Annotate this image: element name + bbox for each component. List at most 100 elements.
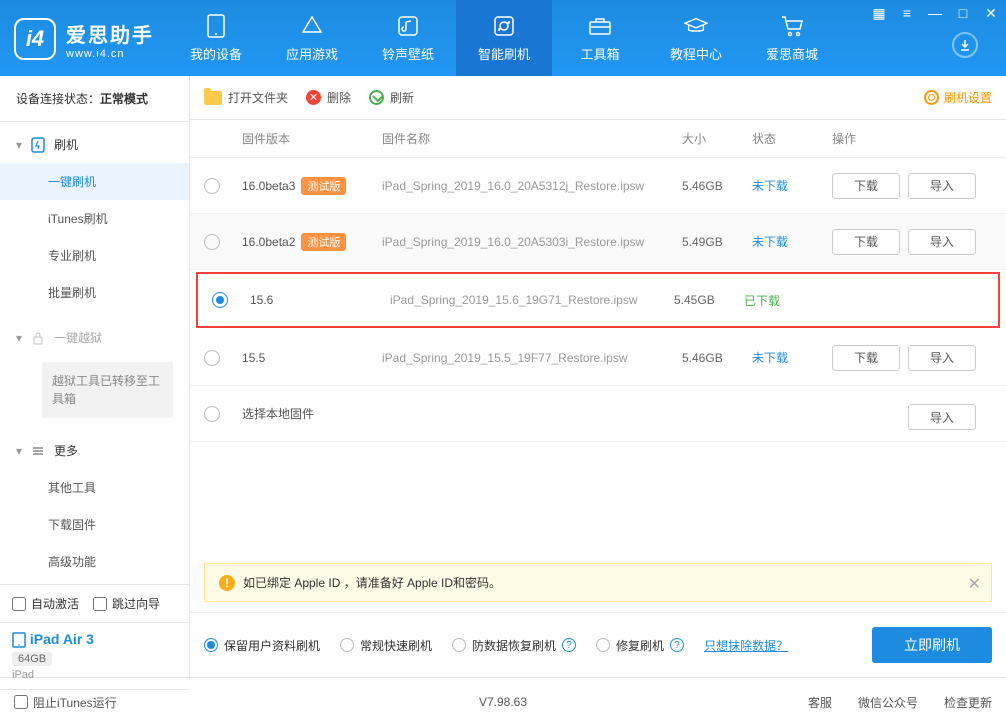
more-icon bbox=[30, 443, 46, 459]
radio-icon bbox=[452, 638, 466, 652]
sidebar-more-header[interactable]: ▾ 更多 bbox=[0, 432, 189, 469]
flash-now-button[interactable]: 立即刷机 bbox=[872, 627, 992, 663]
chevron-down-icon: ▾ bbox=[16, 331, 22, 345]
fw-filename: iPad_Spring_2019_16.0_20A5303i_Restore.i… bbox=[382, 235, 682, 249]
sidebar-flash-header[interactable]: ▾ 刷机 bbox=[0, 126, 189, 163]
graduation-icon bbox=[684, 14, 708, 38]
apps-icon bbox=[300, 14, 324, 38]
version-label: V7.98.63 bbox=[479, 695, 527, 709]
sidebar-jailbreak-header[interactable]: ▾ 一键越狱 bbox=[0, 319, 189, 356]
radio-select[interactable] bbox=[204, 350, 220, 366]
download-indicator-icon[interactable] bbox=[952, 32, 978, 58]
flash-settings-button[interactable]: 刷机设置 bbox=[924, 89, 992, 106]
sidebar-item-download[interactable]: 下载固件 bbox=[0, 506, 189, 543]
radio-icon bbox=[204, 638, 218, 652]
col-version: 固件版本 bbox=[242, 130, 382, 147]
help-icon[interactable]: ? bbox=[562, 638, 576, 652]
block-itunes-checkbox[interactable]: 阻止iTunes运行 bbox=[14, 694, 117, 711]
fw-filename: iPad_Spring_2019_15.5_19F77_Restore.ipsw bbox=[382, 351, 682, 365]
import-button[interactable]: 导入 bbox=[908, 173, 976, 199]
device-status: 设备连接状态：正常模式 bbox=[0, 76, 189, 122]
fw-status: 已下载 bbox=[744, 292, 824, 309]
chevron-down-icon: ▾ bbox=[16, 444, 22, 458]
tab-ringtone[interactable]: 铃声壁纸 bbox=[360, 0, 456, 76]
sidebar-item-oneclick[interactable]: 一键刷机 bbox=[0, 163, 189, 200]
sidebar-item-pro[interactable]: 专业刷机 bbox=[0, 237, 189, 274]
opt-normal[interactable]: 常规快速刷机 bbox=[340, 637, 432, 654]
firmware-row[interactable]: 15.6 iPad_Spring_2019_15.6_19G71_Restore… bbox=[196, 272, 1000, 328]
sidebar-item-other[interactable]: 其他工具 bbox=[0, 469, 189, 506]
alert-text: 如已绑定 Apple ID ，请准备好 Apple ID和密码。 bbox=[243, 574, 501, 591]
win-list-icon[interactable]: ≡ bbox=[898, 4, 916, 22]
erase-link[interactable]: 只想抹除数据？ bbox=[704, 637, 788, 654]
radio-local[interactable] bbox=[204, 406, 220, 422]
col-action: 操作 bbox=[832, 130, 992, 147]
gear-icon bbox=[924, 90, 939, 105]
radio-select[interactable] bbox=[204, 234, 220, 250]
win-grid-icon[interactable]: ▦ bbox=[870, 4, 888, 22]
main-content: 打开文件夹 ✕删除 刷新 刷机设置 固件版本 固件名称 大小 状态 操作 16.… bbox=[190, 76, 1006, 677]
import-button[interactable]: 导入 bbox=[908, 404, 976, 430]
tab-apps[interactable]: 应用游戏 bbox=[264, 0, 360, 76]
toolbar: 打开文件夹 ✕删除 刷新 刷机设置 bbox=[190, 76, 1006, 120]
skip-guide-checkbox[interactable]: 跳过向导 bbox=[93, 595, 160, 612]
device-info[interactable]: iPad Air 3 64GB iPad bbox=[0, 623, 189, 690]
opt-repair[interactable]: 修复刷机? bbox=[596, 637, 684, 654]
device-type: iPad bbox=[12, 669, 177, 681]
minimize-icon[interactable]: — bbox=[926, 4, 944, 22]
main-tabs: 我的设备 应用游戏 铃声壁纸 智能刷机 工具箱 教程中心 爱思商城 bbox=[168, 0, 840, 76]
logo-icon: i4 bbox=[14, 18, 56, 60]
download-button[interactable]: 下载 bbox=[832, 345, 900, 371]
auto-activate-checkbox[interactable]: 自动激活 bbox=[12, 595, 79, 612]
fw-status: 未下载 bbox=[752, 177, 832, 194]
delete-button[interactable]: ✕删除 bbox=[306, 89, 351, 106]
help-icon[interactable]: ? bbox=[670, 638, 684, 652]
update-link[interactable]: 检查更新 bbox=[944, 694, 992, 711]
import-button[interactable]: 导入 bbox=[908, 229, 976, 255]
opt-keep-data[interactable]: 保留用户资料刷机 bbox=[204, 637, 320, 654]
fw-version: 16.0beta2 bbox=[242, 235, 295, 249]
firmware-row[interactable]: 15.5 iPad_Spring_2019_15.5_19F77_Restore… bbox=[190, 330, 1006, 386]
radio-select[interactable] bbox=[204, 178, 220, 194]
app-url: www.i4.cn bbox=[66, 48, 154, 60]
firmware-row[interactable]: 16.0beta3测试版 iPad_Spring_2019_16.0_20A53… bbox=[190, 158, 1006, 214]
beta-badge: 测试版 bbox=[301, 177, 346, 195]
fw-status: 未下载 bbox=[752, 349, 832, 366]
radio-icon bbox=[340, 638, 354, 652]
refresh-button[interactable]: 刷新 bbox=[369, 89, 414, 106]
sidebar-item-itunes[interactable]: iTunes刷机 bbox=[0, 200, 189, 237]
refresh-icon bbox=[492, 14, 516, 38]
opt-recovery[interactable]: 防数据恢复刷机? bbox=[452, 637, 576, 654]
device-name: iPad Air 3 bbox=[12, 631, 177, 648]
chevron-down-icon: ▾ bbox=[16, 138, 22, 152]
sidebar-item-batch[interactable]: 批量刷机 bbox=[0, 274, 189, 311]
close-icon[interactable]: ✕ bbox=[982, 4, 1000, 22]
tab-store[interactable]: 爱思商城 bbox=[744, 0, 840, 76]
lock-icon bbox=[30, 330, 46, 346]
sidebar-item-advanced[interactable]: 高级功能 bbox=[0, 543, 189, 580]
titlebar: i4 爱思助手 www.i4.cn 我的设备 应用游戏 铃声壁纸 智能刷机 工具… bbox=[0, 0, 1006, 76]
download-button[interactable]: 下载 bbox=[832, 173, 900, 199]
firmware-row[interactable]: 16.0beta2测试版 iPad_Spring_2019_16.0_20A53… bbox=[190, 214, 1006, 270]
tab-flash[interactable]: 智能刷机 bbox=[456, 0, 552, 76]
fw-size: 5.46GB bbox=[682, 351, 752, 365]
col-name: 固件名称 bbox=[382, 130, 682, 147]
table-header: 固件版本 固件名称 大小 状态 操作 bbox=[190, 120, 1006, 158]
flash-icon bbox=[30, 137, 46, 153]
fw-version: 16.0beta3 bbox=[242, 179, 295, 193]
download-button[interactable]: 下载 bbox=[832, 229, 900, 255]
folder-icon bbox=[204, 91, 222, 105]
wechat-link[interactable]: 微信公众号 bbox=[858, 694, 918, 711]
maximize-icon[interactable]: □ bbox=[954, 4, 972, 22]
support-link[interactable]: 客服 bbox=[808, 694, 832, 711]
import-button[interactable]: 导入 bbox=[908, 345, 976, 371]
radio-select[interactable] bbox=[212, 292, 228, 308]
alert-close-icon[interactable]: ✕ bbox=[968, 574, 981, 594]
tab-device[interactable]: 我的设备 bbox=[168, 0, 264, 76]
toolbox-icon bbox=[588, 14, 612, 38]
tab-tools[interactable]: 工具箱 bbox=[552, 0, 648, 76]
flash-options: 保留用户资料刷机 常规快速刷机 防数据恢复刷机? 修复刷机? 只想抹除数据？ 立… bbox=[190, 612, 1006, 677]
tab-tutorial[interactable]: 教程中心 bbox=[648, 0, 744, 76]
col-size: 大小 bbox=[682, 130, 752, 147]
open-folder-button[interactable]: 打开文件夹 bbox=[204, 89, 288, 106]
